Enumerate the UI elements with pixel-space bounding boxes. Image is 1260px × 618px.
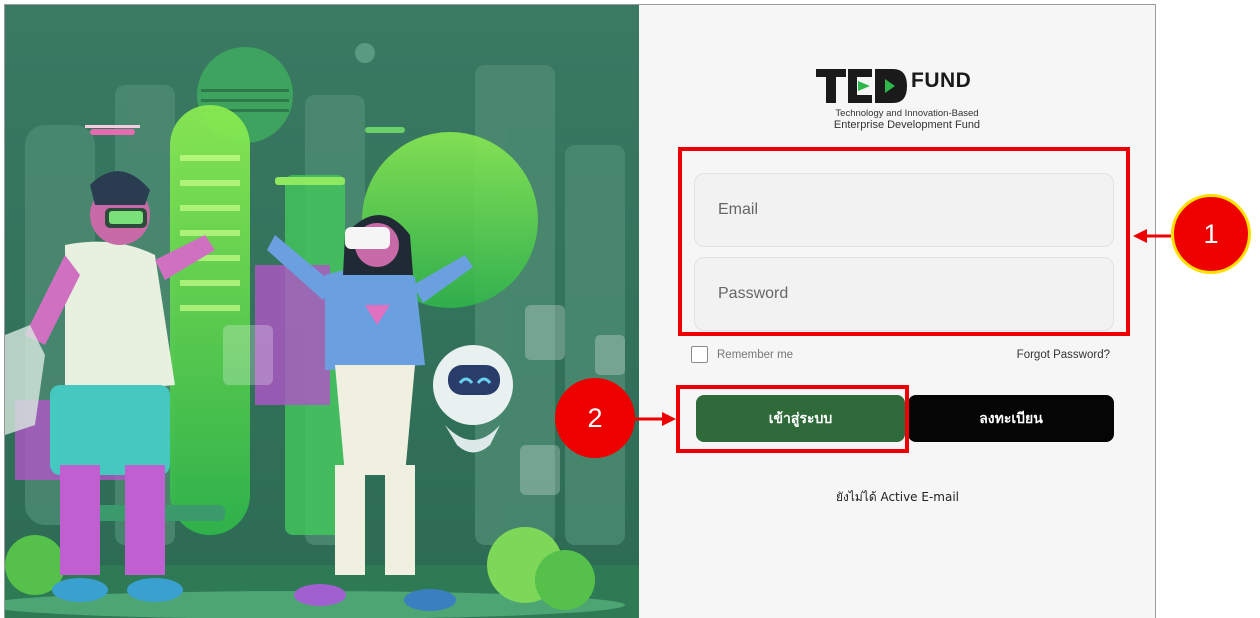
callout-1: 1 (1171, 194, 1251, 274)
ted-logo-icon (816, 69, 907, 103)
ted-fund-logo: FUND Technology and Innovation-Based Ent… (815, 67, 995, 139)
login-window: FUND Technology and Innovation-Based Ent… (4, 4, 1156, 618)
hero-illustration (5, 5, 639, 618)
activate-email-link[interactable]: ยังไม่ได้ Active E-mail (639, 488, 1155, 507)
remember-me-label: Remember me (717, 348, 794, 361)
login-panel: FUND Technology and Innovation-Based Ent… (639, 5, 1155, 618)
logo-subtitle-line2: Enterprise Development Fund (833, 119, 981, 131)
register-button-label: ลงทะเบียน (979, 410, 1043, 427)
logo-brand-word: FUND (911, 69, 972, 92)
forgot-password-link[interactable]: Forgot Password? (1017, 349, 1110, 361)
remember-me-checkbox[interactable] (691, 346, 708, 363)
password-field[interactable] (694, 257, 1114, 331)
remember-me[interactable]: Remember me (691, 346, 793, 363)
logo-subtitle-line1: Technology and Innovation-Based (835, 108, 979, 119)
email-field[interactable] (694, 173, 1114, 247)
login-button[interactable]: เข้าสู่ระบบ (696, 395, 905, 442)
login-button-label: เข้าสู่ระบบ (768, 410, 833, 427)
callout-2: 2 (555, 378, 635, 458)
register-button[interactable]: ลงทะเบียน (908, 395, 1114, 442)
